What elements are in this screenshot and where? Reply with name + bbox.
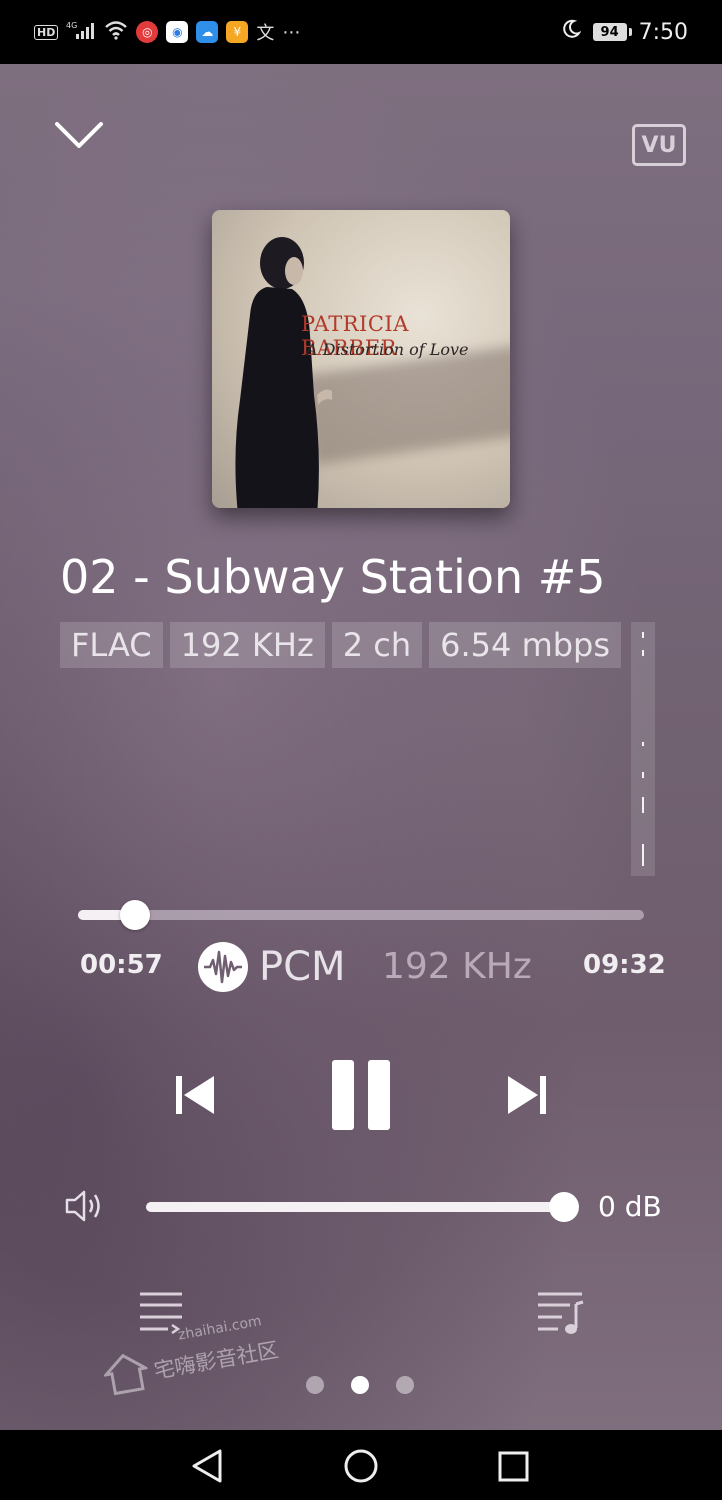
skip-next-icon[interactable] xyxy=(506,1074,548,1120)
album-cover: PATRICIA BARBER A Distortion of Love xyxy=(212,210,510,508)
weather-icon: ☁ xyxy=(196,21,219,43)
vu-label: VU xyxy=(641,132,677,158)
clock: 7:50 xyxy=(638,19,688,45)
status-right: 94 7:50 xyxy=(561,19,688,45)
wifi-icon xyxy=(104,20,128,44)
battery-indicator: 94 xyxy=(592,23,632,41)
waveform-icon xyxy=(198,942,248,992)
back-icon[interactable] xyxy=(190,1448,224,1488)
browser-icon: ◉ xyxy=(166,21,189,43)
volume-value: 0 dB xyxy=(598,1190,662,1223)
recents-icon[interactable] xyxy=(497,1450,531,1486)
volume-slider[interactable] xyxy=(146,1192,579,1222)
skip-previous-icon[interactable] xyxy=(174,1074,216,1120)
meter-tick xyxy=(642,742,644,746)
watermark: zhaihai.com 宅嗨影音社区 xyxy=(98,1311,282,1401)
volume-icon[interactable] xyxy=(64,1188,106,1228)
output-format: PCM xyxy=(259,944,346,990)
cover-album-title: A Distortion of Love xyxy=(306,340,469,359)
system-nav-bar xyxy=(0,1430,722,1500)
volume-slider-fill xyxy=(146,1202,564,1212)
home-icon[interactable] xyxy=(343,1448,379,1488)
meter-tick xyxy=(642,797,644,813)
elapsed-time: 00:57 xyxy=(80,950,163,980)
output-rate: 192 KHz xyxy=(382,946,532,987)
page-indicator xyxy=(306,1376,414,1394)
4g-signal-icon: 4G xyxy=(66,20,96,44)
cover-shadow xyxy=(301,345,510,465)
meter-tick xyxy=(642,772,644,778)
seek-bar[interactable] xyxy=(78,900,644,930)
page-dot[interactable] xyxy=(396,1376,414,1394)
queue-music-icon[interactable] xyxy=(536,1290,586,1340)
sample-rate-tag: 192 KHz xyxy=(169,622,325,668)
level-meter xyxy=(631,622,655,876)
wallet-icon: ¥ xyxy=(226,21,249,43)
meter-tick xyxy=(642,844,644,866)
meter-tick xyxy=(642,650,644,656)
bitrate-tag: 6.54 mbps xyxy=(429,622,622,668)
meter-tick xyxy=(642,632,644,638)
page-dot[interactable] xyxy=(306,1376,324,1394)
page-dot[interactable] xyxy=(351,1376,369,1394)
cover-figure xyxy=(235,237,332,508)
hd-icon: HD xyxy=(34,24,59,40)
status-bar: HD 4G ◎ ◉ ☁ ¥ 文 ⋯ 94 7:50 xyxy=(0,0,722,64)
more-icon: ⋯ xyxy=(282,21,301,43)
app-notification-icon: ◎ xyxy=(136,21,159,43)
track-title: 02 - Subway Station #5 xyxy=(60,550,606,604)
watermark-name: 宅嗨影音社区 xyxy=(152,1337,281,1384)
codec-tag: FLAC xyxy=(60,622,163,668)
format-tags: FLAC 192 KHz 2 ch 6.54 mbps xyxy=(60,622,622,668)
seek-bar-handle[interactable] xyxy=(119,900,150,930)
now-playing-screen: VU PATRICIA BARBER A Distortion of Love … xyxy=(0,64,722,1430)
svg-text:4G: 4G xyxy=(66,21,77,30)
chevron-down-icon[interactable] xyxy=(54,118,104,154)
volume-slider-handle[interactable] xyxy=(549,1192,579,1222)
total-time: 09:32 xyxy=(583,950,666,980)
pause-icon[interactable] xyxy=(330,1058,392,1136)
channels-tag: 2 ch xyxy=(331,622,423,668)
house-logo-icon xyxy=(101,1350,152,1401)
vu-meter-button[interactable]: VU xyxy=(632,124,686,166)
do-not-disturb-icon xyxy=(561,19,582,45)
translate-icon: 文 xyxy=(256,23,275,44)
status-icons: HD 4G ◎ ◉ ☁ ¥ 文 ⋯ xyxy=(34,19,300,45)
